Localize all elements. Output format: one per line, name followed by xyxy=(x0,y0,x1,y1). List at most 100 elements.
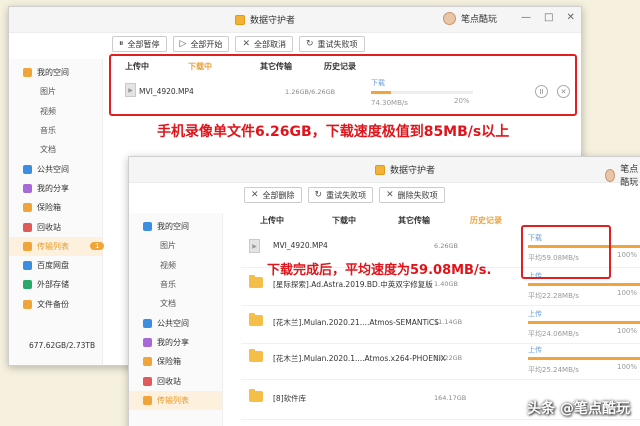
sidebar-item[interactable]: 公共空间 xyxy=(9,159,102,178)
toolbar-button-retry[interactable]: ↻ 重试失败项 xyxy=(307,187,374,203)
progress-fill xyxy=(528,357,640,360)
sidebar-item-label: 视频 xyxy=(40,106,56,116)
avatar[interactable] xyxy=(605,168,616,182)
sidebar-item-label: 音乐 xyxy=(40,126,56,136)
progress-bar xyxy=(528,321,640,324)
sidebar-item[interactable]: 回收站 xyxy=(129,371,222,390)
sidebar-item[interactable]: 文档 xyxy=(9,140,102,159)
sidebar-item[interactable]: 我的空间 xyxy=(129,217,222,236)
sidebar-item-label: 回收站 xyxy=(157,376,181,386)
sidebar-item-label: 我的分享 xyxy=(37,183,69,193)
average-speed: 平均22.28MB/s xyxy=(528,292,579,300)
tab-3[interactable]: 历史记录 xyxy=(470,215,502,226)
progress-bar xyxy=(528,357,640,360)
file-size: 1.40GB xyxy=(434,280,458,288)
folder-icon xyxy=(249,275,263,288)
watermark: 头条 @笔点酷玩 xyxy=(527,401,630,417)
sidebar-item[interactable]: 回收站 xyxy=(9,217,102,236)
storage-usage: 677.62GB/2.73TB xyxy=(29,341,96,350)
app-title: 数据守护者 xyxy=(375,163,435,176)
sidebar-item[interactable]: 百度网盘 xyxy=(9,256,102,275)
sidebar-item[interactable]: 我的分享 xyxy=(129,333,222,352)
sidebar-item[interactable]: 文件备份 xyxy=(9,295,102,314)
annotation-text: 手机录像单文件6.26GB，下载速度极值到85MB/s以上 xyxy=(157,124,510,140)
backup-icon xyxy=(23,299,32,309)
transfer-icon xyxy=(143,395,152,405)
delete-icon: ✕ xyxy=(251,190,259,200)
transfer-icon xyxy=(23,241,32,251)
retry-icon: ↻ xyxy=(305,39,314,49)
sidebar-item[interactable]: 保险箱 xyxy=(9,198,102,217)
toolbar: ✕ 全部删除 ↻ 重试失败项 ✕ 删除失败项 xyxy=(244,187,445,205)
sidebar: 我的空间图片视频音乐文档公共空间我的分享保险箱回收站 传输列表 1 百度网盘 外部存储文… xyxy=(9,59,105,365)
file-name[interactable]: [花木兰].Mulan.2020.21....Atmos-SEMANTiCS xyxy=(273,317,439,328)
sidebar-item[interactable]: 图片 xyxy=(9,82,102,101)
row-divider xyxy=(241,419,640,420)
play-icon: ▷ xyxy=(179,39,187,49)
sidebar-item[interactable]: 图片 xyxy=(129,236,222,255)
avatar[interactable] xyxy=(443,12,456,25)
folder-icon xyxy=(249,313,263,326)
my-share-icon xyxy=(143,337,152,347)
sidebar-item[interactable]: 文档 xyxy=(129,294,222,313)
toolbar-button-label: 全部开始 xyxy=(190,39,223,49)
sidebar-item[interactable]: 公共空间 xyxy=(129,313,222,332)
sidebar-item-label: 图片 xyxy=(40,87,56,97)
toolbar-button-delete[interactable]: ✕ 全部删除 xyxy=(244,187,302,203)
sidebar-item-label: 我的分享 xyxy=(157,337,189,347)
sidebar-item-label: 公共空间 xyxy=(37,164,69,174)
sidebar-item[interactable]: 我的空间 xyxy=(9,63,102,82)
delete-failed-icon: ✕ xyxy=(386,190,394,200)
sidebar-item-label: 图片 xyxy=(160,241,176,251)
toolbar-button-label: 删除失败项 xyxy=(397,190,438,200)
sidebar-item-label: 公共空间 xyxy=(157,318,189,328)
sidebar-item[interactable]: 视频 xyxy=(9,102,102,121)
user-account[interactable]: 笔点酷玩 xyxy=(605,162,640,188)
trash-icon xyxy=(23,222,32,232)
file-name[interactable]: MVI_4920.MP4 xyxy=(273,241,328,250)
progress-fill xyxy=(528,321,640,324)
sidebar-item[interactable]: 我的分享 xyxy=(9,179,102,198)
sidebar-item[interactable]: 外部存储 xyxy=(9,275,102,294)
row-divider xyxy=(241,343,640,344)
sidebar-item[interactable]: 保险箱 xyxy=(129,352,222,371)
toolbar-button-play[interactable]: ▷ 全部开始 xyxy=(172,36,230,52)
safe-icon xyxy=(23,203,32,213)
status-label: 上传 xyxy=(528,310,542,318)
toolbar-button-retry[interactable]: ↻ 重试失败项 xyxy=(298,36,365,52)
tab-1[interactable]: 下载中 xyxy=(332,215,356,226)
title-bar: 数据守护者 笔点酷玩 xyxy=(129,157,640,188)
sidebar-item[interactable]: 传输列表 1 xyxy=(9,236,105,256)
tab-0[interactable]: 上传中 xyxy=(260,215,284,226)
highlight-box xyxy=(521,225,611,279)
sidebar-item[interactable]: 音乐 xyxy=(9,121,102,140)
app-title: 数据守护者 xyxy=(235,13,295,26)
toolbar-button-delete-failed[interactable]: ✕ 删除失败项 xyxy=(379,187,445,203)
sidebar-item[interactable]: 视频 xyxy=(129,256,222,275)
sidebar-item[interactable]: 音乐 xyxy=(129,275,222,294)
close-icon: ✕ xyxy=(242,39,250,49)
file-name[interactable]: [8]软件库 xyxy=(273,393,306,404)
sidebar-item-label: 保险箱 xyxy=(37,203,61,213)
folder-icon xyxy=(249,349,263,362)
sidebar-item-label: 文档 xyxy=(160,299,176,309)
file-name[interactable]: [花木兰].Mulan.2020.1....Atmos.x264-PHOENiX xyxy=(273,353,446,364)
maximize-icon[interactable]: □ xyxy=(544,12,553,23)
progress-bar xyxy=(528,283,640,286)
toolbar-button-pause[interactable]: ⏸ 全部暂停 xyxy=(112,36,167,52)
minimize-icon[interactable]: — xyxy=(521,12,531,23)
pause-icon: ⏸ xyxy=(119,39,124,49)
external-storage-icon xyxy=(23,280,32,290)
sidebar-item[interactable]: 传输列表 xyxy=(129,390,222,410)
toolbar-button-close[interactable]: ✕ 全部取消 xyxy=(235,36,293,52)
user-account[interactable]: 笔点酷玩 xyxy=(443,12,497,25)
close-icon[interactable]: ✕ xyxy=(566,12,574,23)
cloud-icon xyxy=(23,68,32,78)
title-bar: 数据守护者 笔点酷玩 — □ ✕ xyxy=(9,7,581,33)
tab-2[interactable]: 其它传输 xyxy=(398,215,430,226)
window-controls: — □ ✕ xyxy=(521,12,575,23)
file-size: 6.26GB xyxy=(434,242,458,250)
retry-icon: ↻ xyxy=(314,190,323,200)
file-size: 12.22GB xyxy=(434,354,463,362)
file-name[interactable]: [星际探索].Ad.Astra.2019.BD.中英双字修复版 xyxy=(273,279,433,290)
